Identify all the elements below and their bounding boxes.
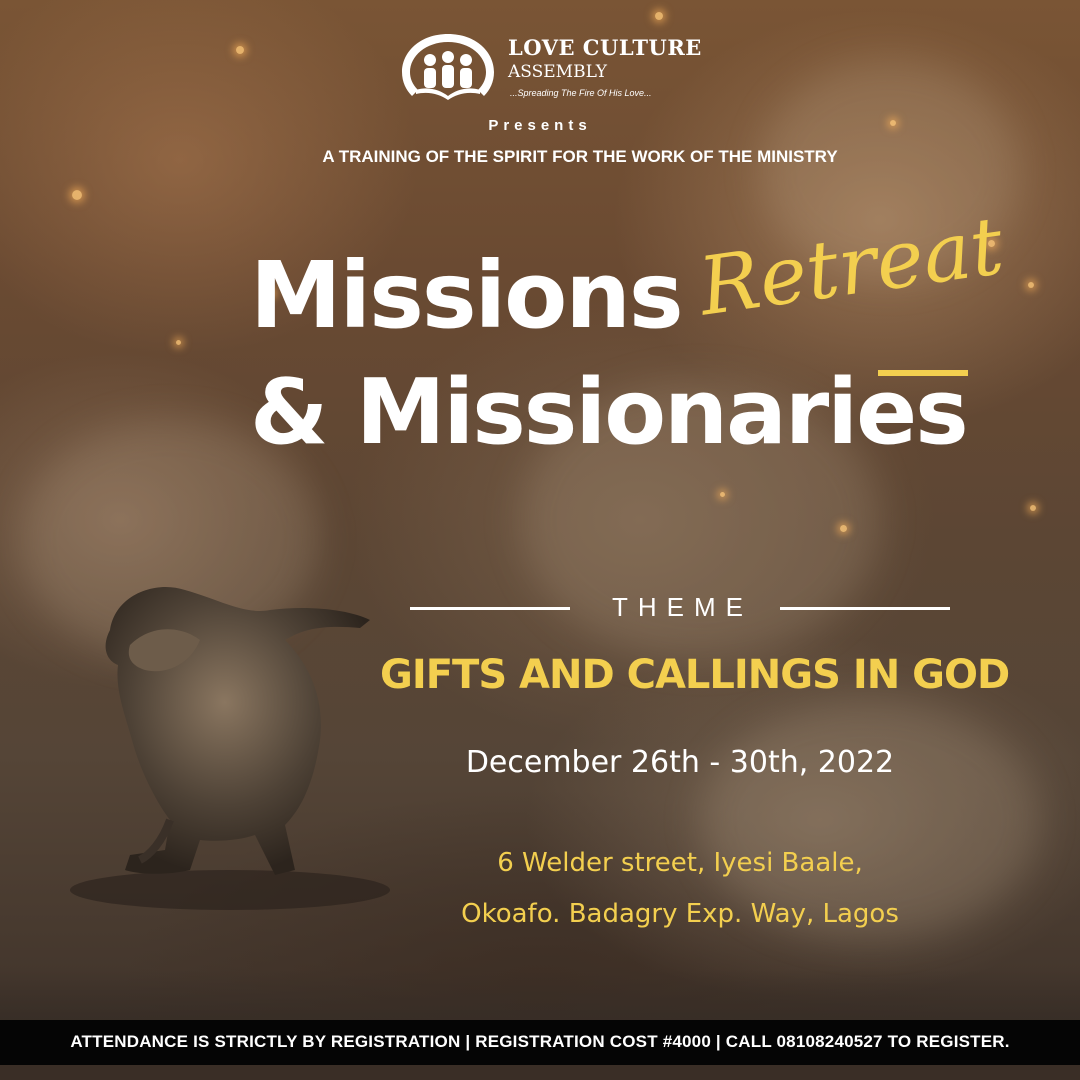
sparkle (1028, 282, 1034, 288)
registration-footer: ATTENDANCE IS STRICTLY BY REGISTRATION |… (0, 1020, 1080, 1065)
sparkle (176, 340, 181, 345)
bottom-strip (0, 1065, 1080, 1080)
address-line-2: Okoafo. Badagry Exp. Way, Lagos (461, 899, 899, 929)
title-line-missions: Missions (250, 242, 684, 349)
sparkle (1030, 505, 1036, 511)
sparkle (236, 46, 244, 54)
sparkle (840, 525, 847, 532)
event-poster: LOVE CULTURE ASSEMBLY ...Spreading The F… (0, 0, 1080, 1080)
theme-header: THEME (410, 592, 950, 622)
ground-shadow (0, 970, 1080, 1020)
theme-label: THEME (612, 592, 753, 622)
sparkle (72, 190, 82, 200)
title-line-missionaries: & Missionaries (250, 360, 969, 465)
organization-logo: LOVE CULTURE ASSEMBLY ...Spreading The F… (398, 30, 718, 110)
theme-divider-left (410, 607, 570, 610)
kneeling-soldier-figure (70, 586, 390, 910)
registration-info: ATTENDANCE IS STRICTLY BY REGISTRATION |… (70, 1032, 1010, 1051)
presents-label: Presents (488, 117, 592, 134)
retreat-underline (878, 370, 968, 376)
retreat-script-title: Retreat (693, 198, 1009, 334)
training-subtitle: A TRAINING OF THE SPIRIT FOR THE WORK OF… (322, 147, 838, 166)
three-people-book-icon (402, 34, 494, 100)
event-date: December 26th - 30th, 2022 (465, 745, 895, 780)
logo-title: LOVE CULTURE (508, 35, 702, 60)
address-line-1: 6 Welder street, Iyesi Baale, (497, 848, 863, 878)
theme-divider-right (780, 607, 950, 610)
sparkle (655, 12, 663, 20)
logo-tagline: ...Spreading The Fire Of His Love... (510, 88, 652, 98)
logo-subtitle: ASSEMBLY (508, 62, 608, 82)
sparkle (720, 492, 725, 497)
theme-text: GIFTS AND CALLINGS IN GOD (380, 652, 1010, 698)
